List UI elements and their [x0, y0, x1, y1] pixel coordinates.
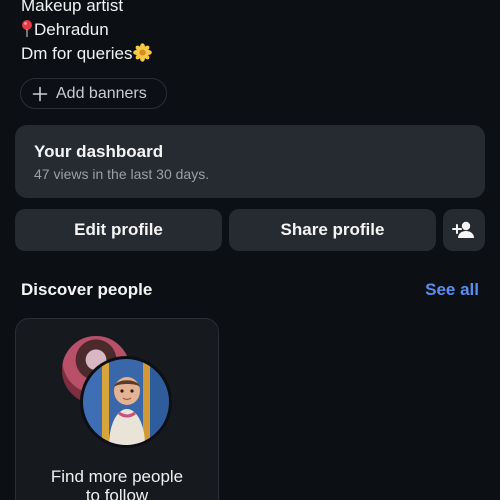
edit-profile-label: Edit profile	[74, 220, 163, 239]
suggested-avatar-front	[80, 356, 172, 448]
find-people-text: Find more people to follow	[16, 467, 218, 500]
find-people-line1: Find more people	[50, 467, 184, 486]
child-photo-figure	[109, 377, 145, 445]
add-banners-button[interactable]: Add banners	[20, 78, 167, 109]
see-all-link[interactable]: See all	[425, 280, 479, 300]
profile-bio: Makeup artist Dehradun Dm for queries	[21, 0, 153, 66]
dashboard-title: Your dashboard	[34, 142, 164, 161]
bio-line-occupation: Makeup artist	[21, 0, 124, 15]
dashboard-subtitle: 47 views in the last 30 days.	[34, 166, 210, 182]
share-profile-button[interactable]: Share profile	[229, 209, 436, 251]
edit-profile-button[interactable]: Edit profile	[15, 209, 222, 251]
share-profile-label: Share profile	[280, 220, 385, 239]
find-people-line2: to follow	[85, 486, 149, 500]
bio-line-contact: Dm for queries	[21, 42, 153, 66]
bio-location-text: Dehradun	[34, 20, 109, 39]
location-pin-icon	[22, 20, 32, 37]
bio-line-location: Dehradun	[21, 18, 152, 42]
add-person-button[interactable]	[443, 209, 485, 251]
find-people-card[interactable]: Find more people to follow	[15, 318, 219, 500]
dashboard-card[interactable]: Your dashboard 47 views in the last 30 d…	[15, 125, 485, 198]
add-banners-label: Add banners	[56, 84, 147, 102]
discover-people-heading: Discover people	[21, 280, 153, 299]
flower-icon	[133, 43, 153, 62]
bio-contact-text: Dm for queries	[21, 44, 133, 63]
add-person-icon	[452, 221, 474, 238]
plus-icon	[32, 86, 48, 101]
